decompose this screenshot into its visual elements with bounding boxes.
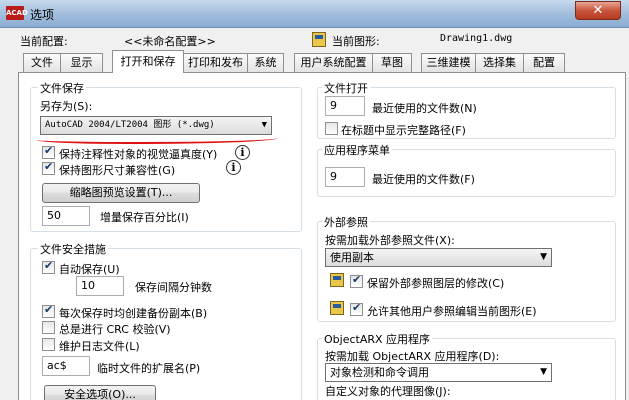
app-menu-title: 应用程序菜单 [322, 142, 392, 158]
autosave-minutes-label: 保存间隔分钟数 [135, 281, 212, 294]
temp-extension-label: 临时文件的扩展名(P) [97, 362, 201, 375]
crc-label: 总是进行 CRC 校验(V) [59, 323, 171, 336]
file-safety-title: 文件安全措施 [38, 241, 108, 257]
save-as-label: 另存为(S): [40, 100, 93, 113]
current-drawing-value: Drawing1.dwg [440, 33, 513, 44]
tab-drafting[interactable]: 草图 [372, 53, 412, 72]
xref-title: 外部参照 [322, 214, 370, 230]
file-save-title: 文件保存 [38, 80, 86, 96]
keep-annotative-label: 保持注释性对象的视觉逼真度(Y) [59, 148, 218, 161]
current-config-value: <<未命名配置>> [124, 35, 216, 48]
retain-changes-checkbox[interactable] [350, 273, 363, 288]
tab-open-and-save[interactable]: 打开和保存 [112, 50, 184, 73]
tab-profiles[interactable]: 配置 [523, 53, 565, 72]
menu-recent-files-label: 最近使用的文件数(F) [372, 173, 475, 186]
thumbnail-settings-button[interactable]: 缩略图预览设置(T)... [42, 183, 200, 203]
chevron-down-icon: ▼ [540, 367, 547, 377]
backup-label: 每次保存时均创建备份副本(B) [59, 307, 208, 320]
drawing-file-icon [312, 32, 326, 47]
xref-demand-load-label: 按需加载外部参照文件(X): [325, 234, 455, 247]
tab-3d-modeling[interactable]: 三维建模 [421, 53, 476, 72]
drawing-file-icon [330, 273, 344, 287]
tab-plot-and-publish[interactable]: 打印和发布 [183, 53, 248, 72]
allow-edit-label: 允许其他用户参照编辑当前图形(E) [367, 305, 537, 318]
window-title: 选项 [30, 8, 55, 22]
menu-recent-files-input[interactable]: 9 [325, 167, 365, 187]
autosave-label: 自动保存(U) [59, 263, 120, 276]
tab-user-preferences[interactable]: 用户系统配置 [294, 53, 373, 72]
title-bar[interactable]: ACAD 选项 ✕ [0, 0, 629, 28]
chevron-down-icon: ▼ [261, 120, 267, 130]
recent-files-label: 最近使用的文件数(N) [372, 102, 477, 115]
autocad-logo-icon: ACAD [6, 6, 28, 20]
drawing-file-icon [330, 301, 344, 315]
arx-demand-load-dropdown[interactable]: 对象检测和命令调用 ▼ [325, 363, 552, 382]
log-file-checkbox[interactable] [42, 338, 55, 351]
full-path-label: 在标题中显示完整路径(F) [341, 124, 466, 137]
full-path-checkbox[interactable] [325, 122, 338, 135]
tab-files[interactable]: 文件 [23, 53, 61, 72]
log-file-label: 维护日志文件(L) [59, 340, 140, 353]
info-icon: i [226, 160, 241, 175]
file-open-title: 文件打开 [322, 80, 370, 96]
xref-demand-load-dropdown[interactable]: 使用副本 ▼ [325, 248, 552, 267]
keep-annotative-checkbox[interactable] [42, 144, 55, 159]
tab-system[interactable]: 系统 [247, 53, 284, 72]
current-drawing-label: 当前图形: [332, 35, 380, 48]
save-as-dropdown[interactable]: AutoCAD 2004/LT2004 图形 (*.dwg) ▼ [40, 116, 272, 135]
arx-demand-load-value: 对象检测和命令调用 [330, 366, 429, 379]
incremental-save-input[interactable]: 50 [42, 206, 90, 226]
recent-files-input[interactable]: 9 [325, 96, 365, 116]
allow-edit-checkbox[interactable] [350, 301, 363, 316]
tab-display[interactable]: 显示 [60, 53, 103, 72]
autosave-minutes-input[interactable]: 10 [76, 276, 124, 296]
close-button[interactable]: ✕ [575, 1, 621, 20]
proxy-image-label: 自定义对象的代理图像(J): [325, 385, 451, 398]
retain-changes-label: 保留外部参照图层的修改(C) [367, 277, 505, 290]
current-config-label: 当前配置: [20, 35, 68, 48]
xref-demand-load-value: 使用副本 [330, 251, 374, 264]
save-as-value: AutoCAD 2004/LT2004 图形 (*.dwg) [45, 120, 215, 130]
tab-selection[interactable]: 选择集 [475, 53, 524, 72]
keep-drawing-size-label: 保持图形尺寸兼容性(G) [59, 164, 176, 177]
incremental-save-label: 增量保存百分比(I) [100, 211, 189, 224]
keep-drawing-size-checkbox[interactable] [42, 160, 55, 175]
objectarx-title: ObjectARX 应用程序 [322, 331, 433, 347]
autosave-checkbox[interactable] [42, 259, 55, 274]
security-options-button[interactable]: 安全选项(O)... [44, 385, 156, 400]
crc-checkbox[interactable] [42, 321, 55, 334]
backup-checkbox[interactable] [42, 303, 55, 318]
info-icon: i [235, 145, 250, 160]
temp-extension-input[interactable]: ac$ [42, 356, 90, 376]
chevron-down-icon: ▼ [540, 252, 547, 262]
arx-demand-load-label: 按需加载 ObjectARX 应用程序(D): [325, 350, 500, 363]
